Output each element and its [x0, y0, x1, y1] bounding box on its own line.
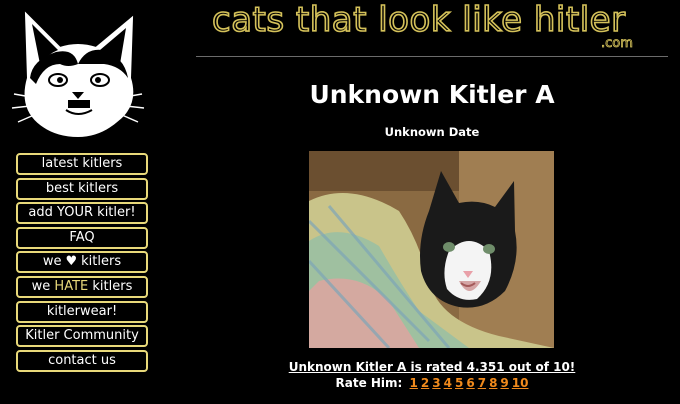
- rate-row: Rate Him: 1 2 3 4 5 6 7 8 9 10: [196, 376, 668, 390]
- heart-icon: ♥: [65, 254, 78, 270]
- rate-link-6[interactable]: 6: [466, 376, 474, 390]
- nav-kitler-community[interactable]: Kitler Community: [16, 325, 148, 348]
- site-tld: .com: [601, 36, 634, 52]
- rate-link-5[interactable]: 5: [455, 376, 463, 390]
- nav-add-your-kitler[interactable]: add YOUR kitler!: [16, 202, 148, 225]
- sidebar-nav: latest kitlers best kitlers add YOUR kit…: [16, 153, 150, 374]
- nav-we-love-kitlers[interactable]: we ♥ kitlers: [16, 251, 148, 274]
- nav-we-love-pre: we: [42, 254, 62, 270]
- kitler-photo: [309, 151, 554, 348]
- kitler-rating[interactable]: Unknown Kitler A is rated 4.351 out of 1…: [196, 360, 668, 374]
- kitler-date: Unknown Date: [384, 125, 480, 139]
- rate-link-3[interactable]: 3: [432, 376, 440, 390]
- nav-faq[interactable]: FAQ: [16, 226, 148, 249]
- nav-latest-kitlers[interactable]: latest kitlers: [16, 153, 148, 175]
- nav-best-kitlers[interactable]: best kitlers: [16, 177, 148, 200]
- nav-hate-word: HATE: [54, 278, 89, 294]
- nav-we-hate-post: kitlers: [92, 278, 133, 294]
- rate-link-4[interactable]: 4: [444, 376, 452, 390]
- kitler-name: Unknown Kitler A: [309, 80, 555, 109]
- rate-link-10[interactable]: 10: [512, 376, 529, 390]
- rate-link-9[interactable]: 9: [500, 376, 508, 390]
- rate-link-8[interactable]: 8: [489, 376, 497, 390]
- site-logo-cat-icon[interactable]: [8, 4, 148, 144]
- nav-we-love-post: kitlers: [81, 254, 122, 270]
- site-title: cats that look like hitler: [211, 0, 626, 41]
- rate-link-1[interactable]: 1: [410, 376, 418, 390]
- rate-link-7[interactable]: 7: [478, 376, 486, 390]
- title-divider: [196, 56, 668, 57]
- rate-link-2[interactable]: 2: [421, 376, 429, 390]
- nav-we-hate-pre: we: [31, 278, 51, 294]
- nav-kitlerwear[interactable]: kitlerwear!: [16, 300, 148, 323]
- nav-we-hate-kitlers[interactable]: we HATE kitlers: [16, 275, 148, 298]
- rate-label: Rate Him:: [335, 376, 403, 390]
- nav-contact-us[interactable]: contact us: [16, 349, 148, 372]
